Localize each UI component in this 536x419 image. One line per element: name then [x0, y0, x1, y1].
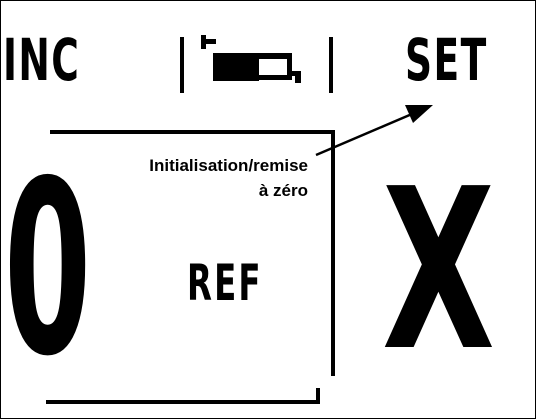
display-frame-tick: [316, 388, 320, 404]
annotation-line: Initialisation/remise: [149, 156, 308, 175]
axis-label: X: [382, 142, 495, 400]
dro-screen: INC SET Initialisation/remise à zéro 0 R…: [0, 0, 536, 419]
display-frame-right: [331, 130, 335, 376]
annotation-line: à zéro: [258, 181, 308, 200]
position-value: 0: [4, 129, 92, 409]
annotation-label: Initialisation/remise à zéro: [149, 153, 308, 203]
display-frame-bottom: [46, 400, 320, 404]
display-frame-top: [50, 130, 335, 134]
ref-indicator: REF: [187, 254, 263, 312]
